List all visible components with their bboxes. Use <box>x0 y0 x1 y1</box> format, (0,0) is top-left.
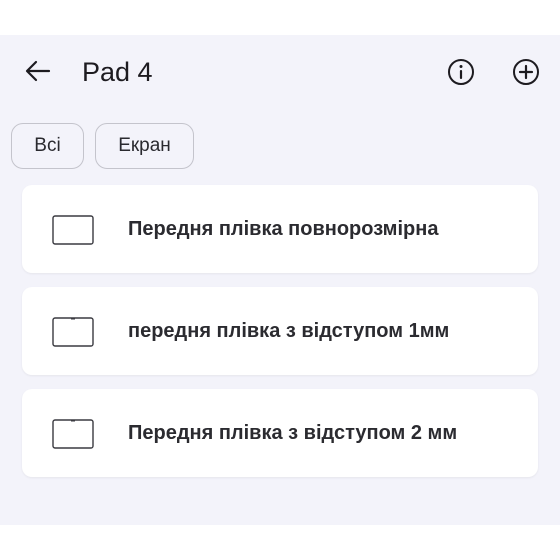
chip-screen[interactable]: Екран <box>95 123 194 169</box>
screen-film-notch-icon <box>52 419 94 449</box>
list-item-label: Передня плівка з відступом 2 мм <box>128 421 458 444</box>
list-item-label: Передня плівка повнорозмірна <box>128 217 439 240</box>
info-circle-icon <box>448 59 474 85</box>
screen-film-notch-icon <box>52 317 94 347</box>
plus-circle-icon <box>513 59 539 85</box>
list-item-label: передня плівка з відступом 1мм <box>128 319 450 342</box>
add-button[interactable] <box>509 55 543 89</box>
list-item[interactable]: Передня плівка з відступом 2 мм <box>22 389 538 477</box>
arrow-left-icon <box>25 60 51 82</box>
list-item[interactable]: Передня плівка повнорозмірна <box>22 185 538 273</box>
list-item[interactable]: передня плівка з відступом 1мм <box>22 287 538 375</box>
top-app-bar: Pad 4 <box>0 35 560 111</box>
app-screen: Pad 4 Всі Екран Передня плівка повнорозм… <box>0 35 560 525</box>
screen-film-full-icon <box>52 215 94 245</box>
page-title: Pad 4 <box>82 57 153 87</box>
chip-all[interactable]: Всі <box>11 123 84 169</box>
back-button[interactable] <box>18 55 58 87</box>
info-button[interactable] <box>444 55 478 89</box>
